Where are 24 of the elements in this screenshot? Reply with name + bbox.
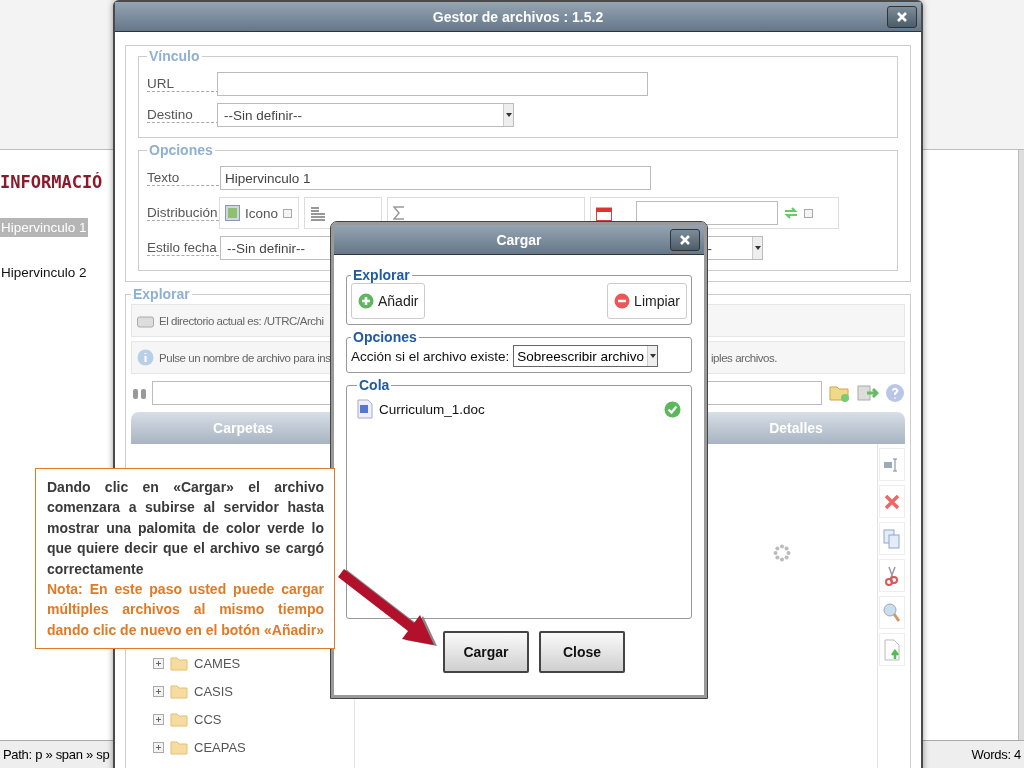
fieldset-legend: Opciones <box>147 142 215 158</box>
panel-title: Carpetas <box>213 420 273 436</box>
dialog-title: Cargar <box>496 231 542 248</box>
field-label: Texto <box>147 170 219 186</box>
path-text: Path: p » span » sp <box>2 747 111 762</box>
fieldset-legend: Explorar <box>351 267 412 283</box>
fieldset-legend: Vínculo <box>147 48 202 64</box>
field-label: Distribución <box>147 205 219 221</box>
field-label: Acción si el archivo existe: <box>351 348 510 364</box>
callout-text: Dando clic en «Cargar» el archivo comenzara a subirse al servidor hasta mostrar una palomita de color verde lo que quiere decir que el archivo se cargó correctamente <box>47 478 324 579</box>
directory-text: El directorio actual es: /UTRC/Archi <box>159 314 324 327</box>
option-label: Icono <box>245 205 279 221</box>
fieldset-legend: Cola <box>357 377 392 393</box>
field-label: Estilo fecha <box>147 240 219 256</box>
callout-note: Nota: En este paso usted puede cargar múltiples archivos al mismo tiempo dando clic de nuevo en el botón «Añadir» <box>47 580 324 640</box>
info-text: iples archivos. <box>711 351 779 364</box>
fieldset-legend: Opciones <box>351 329 419 345</box>
fieldset-legend: Explorar <box>131 286 192 302</box>
word-count: Words: 4 <box>970 747 1022 762</box>
page-heading: INFORMACIÓ <box>0 172 104 194</box>
panel-title: Detalles <box>769 420 823 436</box>
window-title: Gestor de archivos : 1.5.2 <box>432 8 604 25</box>
file-name: Curriculum_1.doc <box>379 401 486 417</box>
info-text: Pulse un nombre de archivo para ins <box>159 351 331 364</box>
